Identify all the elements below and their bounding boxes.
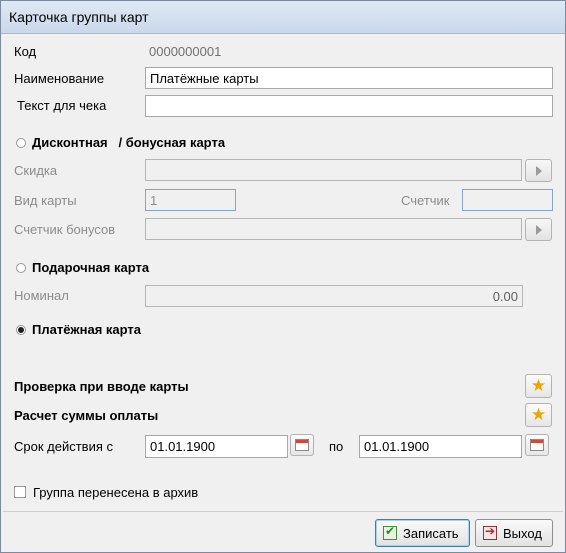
receipt-text-label: Текст для чека <box>17 98 107 113</box>
payment-card-radio[interactable] <box>16 325 26 335</box>
name-input[interactable]: Платёжные карты <box>145 67 553 89</box>
code-value: 0000000001 <box>149 44 222 59</box>
exit-button-label: Выход <box>503 526 542 541</box>
payment-calc-label: Расчет суммы оплаты <box>14 408 159 423</box>
star-icon: ★ <box>530 376 547 395</box>
nominal-label: Номинал <box>14 288 69 303</box>
title-bar: Карточка группы карт <box>1 1 565 34</box>
window-title: Карточка группы карт <box>9 9 149 25</box>
discount-card-radio[interactable] <box>16 138 26 148</box>
footer-divider <box>3 511 563 512</box>
card-group-window: Карточка группы карт Код 0000000001 Наим… <box>0 0 566 553</box>
discount-label: Скидка <box>14 163 58 178</box>
bonus-counter-select-button[interactable] <box>525 218 552 241</box>
payment-card-title: Платёжная карта <box>32 322 142 337</box>
bonus-counter-input[interactable] <box>145 218 522 240</box>
archive-label: Группа перенесена в архив <box>33 485 199 500</box>
card-type-input[interactable]: 1 <box>145 189 236 211</box>
card-type-label: Вид карты <box>14 193 77 208</box>
gift-card-title: Подарочная карта <box>32 260 150 275</box>
nominal-input[interactable]: 0.00 <box>145 285 523 307</box>
exit-button[interactable]: Выход <box>475 519 553 547</box>
play-arrow-icon <box>536 166 542 176</box>
payment-calc-button[interactable]: ★ <box>525 403 552 427</box>
valid-from-input[interactable]: 01.01.1900 <box>145 435 288 458</box>
counter-label: Счетчик <box>401 193 450 208</box>
play-arrow-icon <box>536 225 542 235</box>
bonus-counter-label: Счетчик бонусов <box>14 222 116 237</box>
star-icon: ★ <box>530 405 547 424</box>
name-label: Наименование <box>14 71 105 86</box>
valid-from-calendar-button[interactable] <box>290 434 314 456</box>
check-on-input-button[interactable]: ★ <box>525 374 552 398</box>
discount-input[interactable] <box>145 159 522 181</box>
valid-from-label: Срок действия с <box>14 439 113 454</box>
discount-select-button[interactable] <box>525 159 552 182</box>
discount-card-title: Дисконтная / бонусная карта <box>32 135 226 150</box>
save-button-label: Записать <box>403 526 459 541</box>
receipt-text-input[interactable] <box>145 95 553 117</box>
save-check-icon <box>383 524 397 540</box>
calendar-icon <box>295 439 309 451</box>
valid-to-input[interactable]: 01.01.1900 <box>359 435 522 458</box>
code-label: Код <box>14 44 37 59</box>
valid-to-label: по <box>329 439 344 454</box>
gift-card-radio[interactable] <box>16 263 26 273</box>
valid-to-calendar-button[interactable] <box>525 434 549 456</box>
archive-checkbox[interactable] <box>14 486 26 498</box>
calendar-icon <box>530 439 544 451</box>
save-button[interactable]: Записать <box>375 519 470 547</box>
exit-door-icon <box>483 524 497 540</box>
counter-input[interactable] <box>462 189 553 211</box>
check-on-input-label: Проверка при вводе карты <box>14 379 189 394</box>
